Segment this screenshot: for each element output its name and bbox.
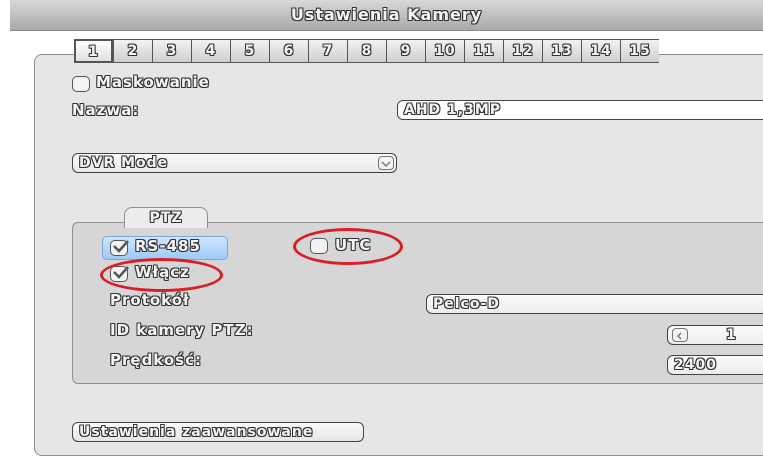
advanced-settings-button[interactable]: Ustawienia zaawansowane xyxy=(72,422,364,442)
protocol-label: Protokół xyxy=(110,291,190,309)
channel-tab-4[interactable]: 4 xyxy=(191,39,230,63)
channel-tab-6[interactable]: 6 xyxy=(269,39,308,63)
channel-tab-15[interactable]: 15 xyxy=(620,39,659,63)
channel-tab-5[interactable]: 5 xyxy=(230,39,269,63)
channel-tab-13[interactable]: 13 xyxy=(542,39,581,63)
channel-tab-10[interactable]: 10 xyxy=(425,39,464,63)
channel-tab-8[interactable]: 8 xyxy=(347,39,386,63)
decrement-arrow-icon[interactable] xyxy=(672,328,688,342)
utc-annotation-ellipse xyxy=(293,228,403,265)
ptz-tab[interactable]: PTZ xyxy=(124,207,208,228)
channel-tabs: 1 2 3 4 5 6 7 8 9 10 11 12 13 14 15 xyxy=(74,39,659,63)
channel-tab-3[interactable]: 3 xyxy=(152,39,191,63)
masking-checkbox[interactable] xyxy=(72,76,90,92)
channel-tab-12[interactable]: 12 xyxy=(503,39,542,63)
title-bar: Ustawienia Kamery xyxy=(10,0,763,31)
rs485-checkbox[interactable] xyxy=(110,240,129,256)
checkmark-icon xyxy=(113,240,129,253)
channel-tab-9[interactable]: 9 xyxy=(386,39,425,63)
protocol-select[interactable]: Pelco-D xyxy=(426,294,763,314)
mode-select[interactable]: DVR Mode xyxy=(72,153,397,173)
chevron-down-icon xyxy=(378,156,394,170)
channel-tab-14[interactable]: 14 xyxy=(581,39,620,63)
channel-tab-7[interactable]: 7 xyxy=(308,39,347,63)
camera-id-value: 1 xyxy=(726,327,737,343)
camera-id-spinner[interactable]: 1 xyxy=(667,325,763,345)
enable-annotation-ellipse xyxy=(100,258,223,292)
masking-label: Maskowanie xyxy=(96,73,210,91)
name-label: Nazwa: xyxy=(72,101,140,119)
camera-id-label: ID kamery PTZ: xyxy=(110,321,254,339)
channel-tab-1[interactable]: 1 xyxy=(74,39,113,63)
rs485-label: RS-485 xyxy=(135,237,201,255)
window-title: Ustawienia Kamery xyxy=(290,5,483,24)
speed-select[interactable]: 2400 xyxy=(667,355,763,375)
mode-select-value: DVR Mode xyxy=(79,155,169,171)
speed-label: Prędkość: xyxy=(110,351,202,369)
name-input[interactable]: AHD 1,3MP xyxy=(397,100,763,120)
channel-tab-11[interactable]: 11 xyxy=(464,39,503,63)
channel-tab-2[interactable]: 2 xyxy=(113,39,152,63)
